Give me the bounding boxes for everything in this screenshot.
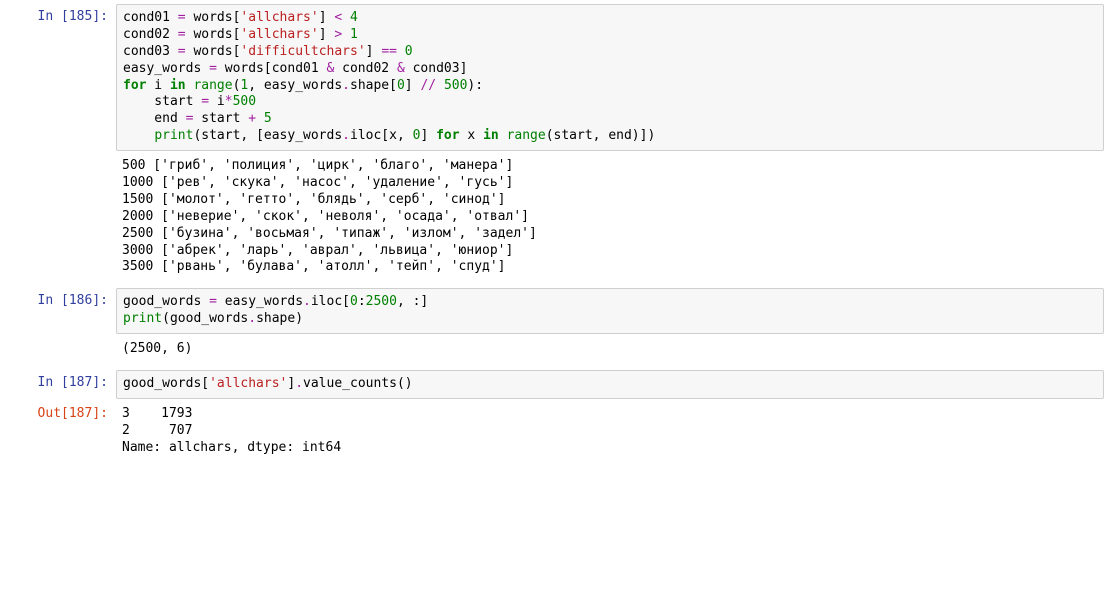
cell-input: In [185]:cond01 = words['allchars'] < 4 … (6, 4, 1104, 151)
cell-input: In [186]:good_words = easy_words.iloc[0:… (6, 288, 1104, 334)
output-text: (2500, 6) (116, 336, 1104, 362)
code-input[interactable]: good_words['allchars'].value_counts() (116, 370, 1104, 399)
input-prompt: In [185]: (6, 4, 116, 151)
output-prompt: Out[187]: (6, 401, 116, 461)
output-prompt (6, 336, 116, 362)
cell-output: (2500, 6) (6, 336, 1104, 362)
input-prompt: In [187]: (6, 370, 116, 399)
cell-output: Out[187]:3 1793 2 707 Name: allchars, dt… (6, 401, 1104, 461)
cell-output: 500 ['гриб', 'полиция', 'цирк', 'благо',… (6, 153, 1104, 280)
cell-input: In [187]:good_words['allchars'].value_co… (6, 370, 1104, 399)
output-text: 3 1793 2 707 Name: allchars, dtype: int6… (116, 401, 1104, 461)
code-input[interactable]: cond01 = words['allchars'] < 4 cond02 = … (116, 4, 1104, 151)
output-text: 500 ['гриб', 'полиция', 'цирк', 'благо',… (116, 153, 1104, 280)
notebook: In [185]:cond01 = words['allchars'] < 4 … (6, 4, 1104, 469)
input-prompt: In [186]: (6, 288, 116, 334)
output-prompt (6, 153, 116, 280)
code-input[interactable]: good_words = easy_words.iloc[0:2500, :] … (116, 288, 1104, 334)
